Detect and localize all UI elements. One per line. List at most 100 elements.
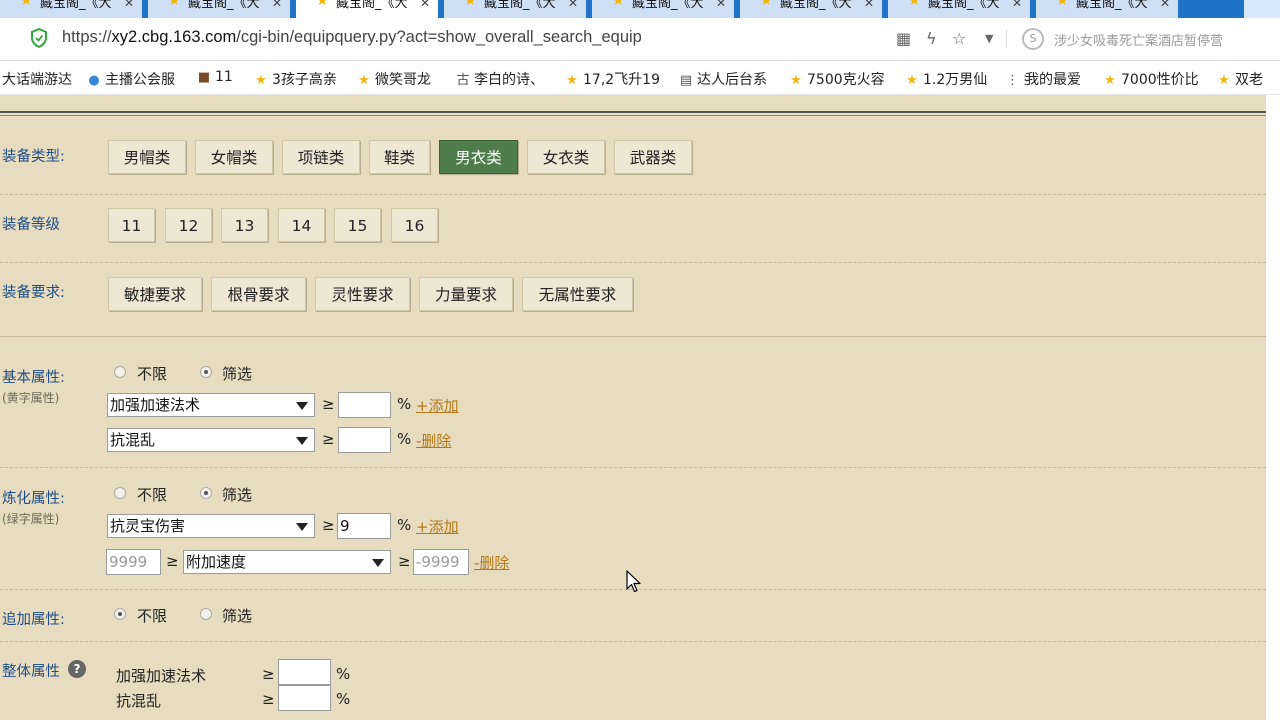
browser-tab[interactable]: ★ 藏宝阁_《大 ✕: [148, 0, 290, 18]
refine-attr-min-input[interactable]: 9999: [106, 549, 161, 575]
basic-attr-value-1[interactable]: [338, 392, 391, 418]
basic-attr-select-2[interactable]: 抗混乱: [107, 428, 315, 452]
bookmark-label: 3孩子高亲: [272, 72, 337, 88]
browser-tab[interactable]: ★ 藏宝阁_《大 ✕: [888, 0, 1030, 18]
bookmark-item[interactable]: ★ 3孩子高亲: [253, 69, 337, 89]
favicon-star-icon: ★: [464, 0, 477, 9]
bookmark-star-icon[interactable]: ☆: [952, 29, 966, 48]
req-agility[interactable]: 敏捷要求: [108, 277, 202, 311]
doc-icon: ▤: [679, 73, 693, 88]
delete-attr-link[interactable]: -删除: [416, 430, 451, 451]
level-option-13[interactable]: 13: [221, 208, 268, 242]
equip-type-men-hat[interactable]: 男帽类: [108, 140, 186, 174]
url-field[interactable]: https://xy2.cbg.163.com/cgi-bin/equipque…: [62, 28, 642, 47]
bookmark-item[interactable]: ★ 微笑哥龙: [356, 69, 431, 89]
close-tab-icon[interactable]: ✕: [124, 0, 134, 9]
close-tab-icon[interactable]: ✕: [568, 0, 578, 9]
basic-attr-radio-filter[interactable]: [200, 366, 212, 378]
bookmark-item[interactable]: ⋮⋮我的最爱: [1006, 69, 1081, 89]
url-host: xy2.cbg.163.com: [111, 28, 237, 46]
tab-title: 藏宝阁_《大: [632, 0, 704, 11]
equip-type-weapon[interactable]: 武器类: [614, 140, 692, 174]
close-tab-icon[interactable]: ✕: [716, 0, 726, 9]
browser-tab-active[interactable]: ★ 藏宝阁_《大 ✕: [296, 0, 438, 18]
bookmark-item[interactable]: ■ 11: [196, 69, 233, 85]
help-icon[interactable]: ?: [68, 660, 86, 678]
add-attr-link[interactable]: +添加: [416, 516, 459, 537]
equip-type-women-hat[interactable]: 女帽类: [195, 140, 273, 174]
level-option-16[interactable]: 16: [391, 208, 438, 242]
overall-attr-value-1[interactable]: [278, 659, 331, 685]
security-shield-icon[interactable]: [30, 28, 48, 48]
extra-attr-radio-filter[interactable]: [200, 608, 212, 620]
refine-attr-select-1[interactable]: 抗灵宝伤害: [107, 514, 315, 538]
add-attr-link[interactable]: +添加: [416, 395, 459, 416]
tab-title: 藏宝阁_《大: [40, 0, 112, 11]
close-tab-icon[interactable]: ✕: [864, 0, 874, 9]
bookmark-item[interactable]: ★ 1.2万男仙: [904, 69, 987, 89]
close-tab-icon[interactable]: ✕: [1160, 0, 1170, 9]
level-option-11[interactable]: 11: [108, 208, 155, 242]
star-icon: ★: [1104, 73, 1116, 88]
req-none[interactable]: 无属性要求: [522, 277, 633, 311]
scrollbar-gutter[interactable]: [1266, 95, 1280, 720]
refine-attr-radio-filter[interactable]: [200, 487, 212, 499]
close-tab-icon[interactable]: ✕: [272, 0, 282, 9]
browser-tab-strip: ★ 藏宝阁_《大 ✕ ★ 藏宝阁_《大 ✕ ★ 藏宝阁_《大 ✕ ★ 藏宝阁_《…: [0, 0, 1280, 18]
mouse-cursor-icon: [626, 570, 641, 593]
refine-attr-select-2[interactable]: 附加速度: [183, 550, 391, 574]
basic-attr-radio-unlimited[interactable]: [114, 366, 126, 378]
gte-symbol: ≥: [262, 665, 275, 683]
equip-type-shoes[interactable]: 鞋类: [369, 140, 430, 174]
section-divider: [0, 467, 1266, 468]
bookmark-item[interactable]: ▤ 达人后台系: [678, 69, 767, 89]
delete-attr-link[interactable]: -删除: [474, 552, 509, 573]
browser-tab[interactable]: ★ 藏宝阁_《大 ✕: [1036, 0, 1178, 18]
dropdown-arrow-icon[interactable]: ▼: [985, 32, 993, 45]
lightning-icon[interactable]: ϟ: [926, 29, 937, 48]
bookmark-item[interactable]: ★ 7500克火容: [788, 69, 884, 89]
browser-tab[interactable]: ★ 藏宝阁_《大 ✕: [740, 0, 882, 18]
chevron-down-icon: [296, 523, 308, 531]
level-option-12[interactable]: 12: [165, 208, 212, 242]
bookmark-label: 双老: [1235, 72, 1263, 88]
equip-req-label: 装备要求:: [2, 285, 65, 301]
overall-attr-value-2[interactable]: [278, 685, 331, 711]
overall-attr-name: 加强加速法术: [116, 667, 207, 685]
gte-symbol: ≥: [322, 395, 335, 413]
equip-type-men-clothes[interactable]: 男衣类: [439, 140, 518, 174]
bookmark-item[interactable]: ● 主播公会服: [86, 69, 175, 89]
favicon-star-icon: ★: [20, 0, 33, 9]
req-constitution[interactable]: 根骨要求: [211, 277, 306, 311]
browser-tab[interactable]: ★ 藏宝阁_《大 ✕: [0, 0, 142, 18]
close-tab-icon[interactable]: ✕: [420, 0, 430, 9]
extra-attr-radio-unlimited[interactable]: [114, 608, 126, 620]
tab-title: 藏宝阁_《大: [928, 0, 1000, 11]
search-box[interactable]: S 涉少女吸毒死亡案酒店暂停营: [1018, 26, 1280, 52]
level-option-15[interactable]: 15: [334, 208, 381, 242]
basic-attr-value-2[interactable]: [338, 427, 391, 453]
extra-attr-label: 追加属性:: [2, 612, 65, 628]
chevron-down-icon: [296, 437, 308, 445]
bookmark-item[interactable]: 大话端游达: [2, 69, 72, 89]
gte-symbol: ≥: [166, 552, 179, 570]
refine-attr-value-1[interactable]: 9: [337, 513, 391, 539]
bookmark-item[interactable]: ★ 17,2飞升19: [564, 69, 660, 89]
bookmark-item[interactable]: ★ 7000性价比: [1102, 69, 1198, 89]
req-spirit[interactable]: 灵性要求: [315, 277, 410, 311]
browser-tab[interactable]: ★ 藏宝阁_《大 ✕: [444, 0, 586, 18]
bookmark-item[interactable]: ★ 双老: [1216, 69, 1263, 89]
equip-type-women-clothes[interactable]: 女衣类: [527, 140, 605, 174]
refine-attr-radio-unlimited[interactable]: [114, 487, 126, 499]
browser-tab[interactable]: ★ 藏宝阁_《大 ✕: [592, 0, 734, 18]
level-option-14[interactable]: 14: [278, 208, 325, 242]
qr-code-icon[interactable]: ▦: [896, 29, 911, 48]
basic-attr-select-1[interactable]: 加强加速法术: [107, 393, 315, 417]
bookmark-item[interactable]: 古李白的诗、: [455, 69, 544, 89]
refine-attr-max-input[interactable]: -9999: [413, 549, 469, 575]
equip-type-necklace[interactable]: 项链类: [282, 140, 360, 174]
bookmark-label: 11: [215, 69, 233, 85]
req-strength[interactable]: 力量要求: [419, 277, 513, 311]
close-tab-icon[interactable]: ✕: [1012, 0, 1022, 9]
percent-unit: %: [336, 665, 351, 683]
